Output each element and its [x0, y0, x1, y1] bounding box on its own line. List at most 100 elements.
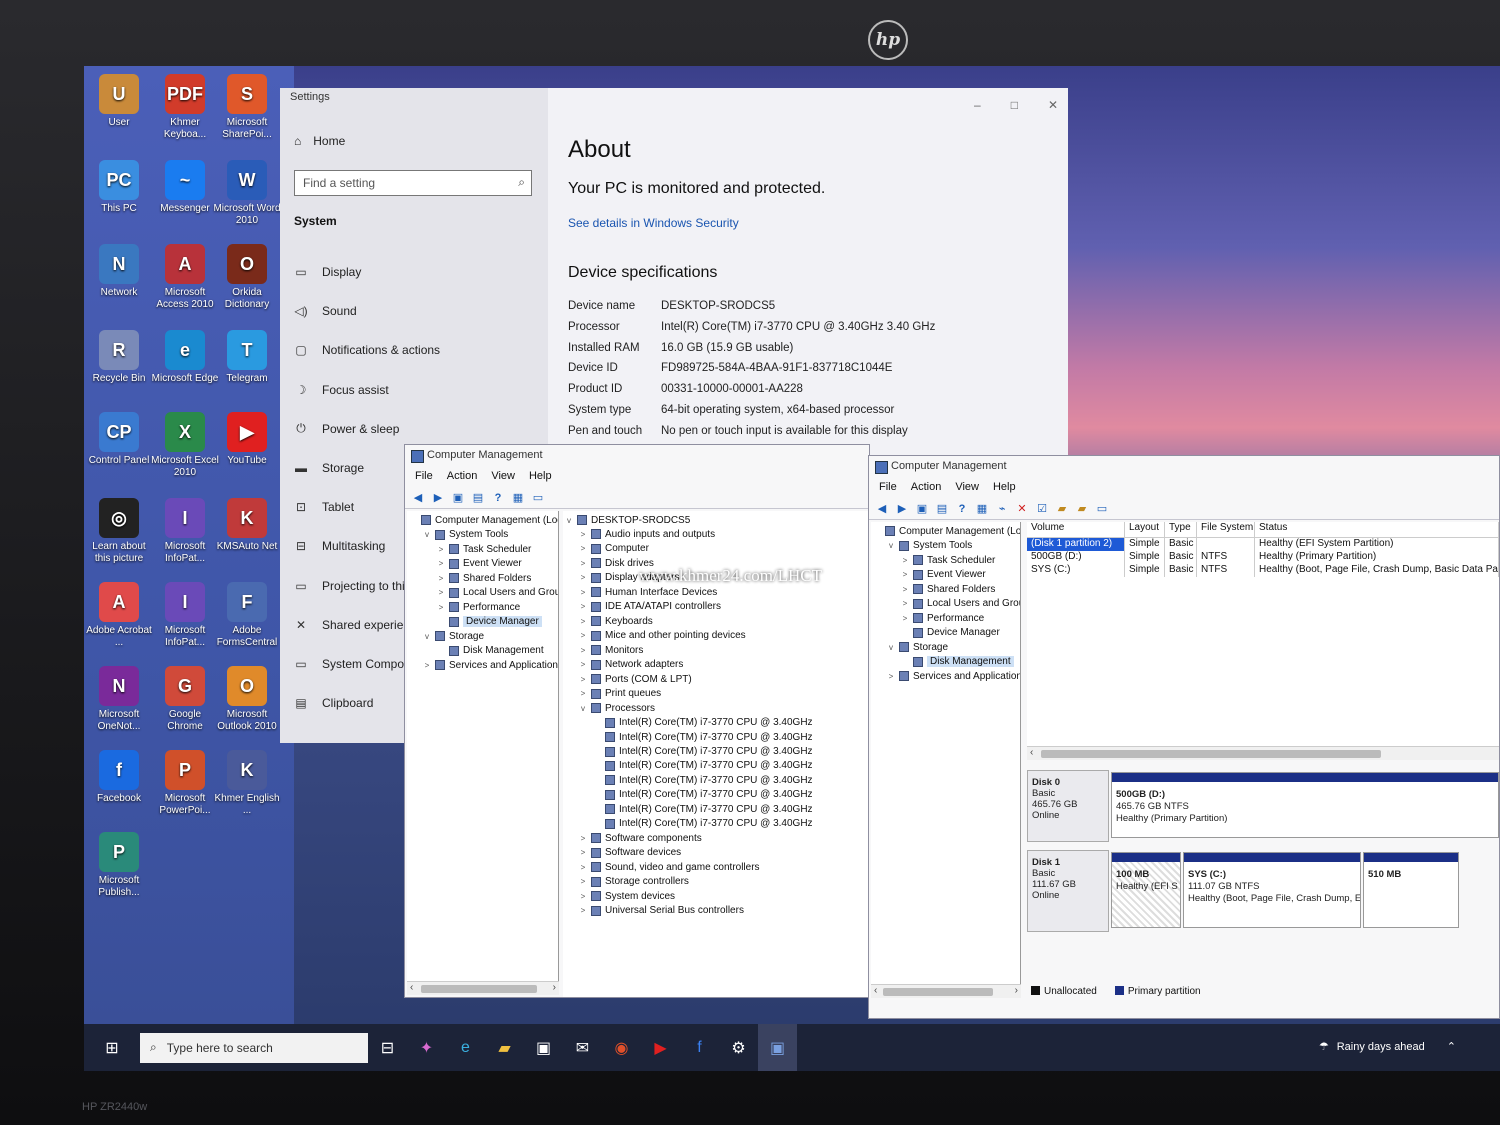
expand-chevron-icon[interactable]: >	[579, 631, 587, 640]
tree-node[interactable]: Intel(R) Core(TM) i7-3770 CPU @ 3.40GHz	[593, 788, 813, 802]
tree-node[interactable]: v Storage	[887, 640, 948, 654]
chrome-icon[interactable]: ◉	[602, 1024, 641, 1071]
expand-chevron-icon[interactable]: >	[579, 689, 587, 698]
desktop-icon[interactable]: PC This PC	[84, 160, 154, 215]
expand-chevron-icon[interactable]: >	[423, 661, 431, 670]
tree-node[interactable]: > Universal Serial Bus controllers	[579, 904, 744, 918]
desktop-icon[interactable]: O Microsoft Outlook 2010	[212, 666, 282, 733]
tree-node[interactable]: Device Manager	[437, 615, 542, 629]
expand-chevron-icon[interactable]: >	[579, 588, 587, 597]
expand-chevron-icon[interactable]: >	[579, 863, 587, 872]
desktop-icon[interactable]: ◎ Learn about this picture	[84, 498, 154, 565]
desktop-icon[interactable]: S Microsoft SharePoi...	[212, 74, 282, 141]
copilot-icon[interactable]: ✦	[407, 1024, 446, 1071]
tree-node[interactable]: Disk Management	[901, 655, 1014, 669]
tree-node[interactable]: Intel(R) Core(TM) i7-3770 CPU @ 3.40GHz	[593, 716, 813, 730]
scroll-thumb[interactable]	[1041, 750, 1381, 758]
tree-node[interactable]: > Mice and other pointing devices	[579, 629, 746, 643]
desktop-icon[interactable]: CP Control Panel	[84, 412, 154, 467]
forward-icon[interactable]: ▶	[895, 502, 909, 516]
settings-nav-item[interactable]: ⊟ Multitasking	[294, 536, 385, 556]
column-header[interactable]: Layout	[1125, 522, 1165, 537]
tree-node[interactable]: > Network adapters	[579, 658, 684, 672]
tree-node[interactable]: > Software components	[579, 831, 702, 845]
computer-management-taskbar-icon[interactable]: ▣	[758, 1024, 797, 1071]
partition-block[interactable]: 100 MB Healthy (EFI S	[1111, 852, 1181, 928]
settings-nav-item[interactable]: ▭ System Compon	[294, 654, 410, 674]
expand-chevron-icon[interactable]: >	[579, 848, 587, 857]
scroll-right-icon[interactable]: ›	[553, 982, 556, 993]
expand-chevron-icon[interactable]: >	[579, 906, 587, 915]
expand-chevron-icon[interactable]: v	[565, 516, 573, 525]
tree-node[interactable]: > Print queues	[579, 687, 662, 701]
desktop-icon[interactable]: G Google Chrome	[150, 666, 220, 733]
tree-node[interactable]: v Processors	[579, 701, 655, 715]
settings-nav-item[interactable]: ▢ Notifications & actions	[294, 340, 440, 360]
tree-node[interactable]: > Shared Folders	[901, 582, 996, 596]
desktop-icon[interactable]: R Recycle Bin	[84, 330, 154, 385]
partition-block[interactable]: 500GB (D:) 465.76 GB NTFS Healthy (Primary…	[1111, 772, 1499, 838]
volume-row[interactable]: (Disk 1 partition 2) Simple Basic Healthy (…	[1027, 538, 1499, 551]
tree-node[interactable]: Intel(R) Core(TM) i7-3770 CPU @ 3.40GHz	[593, 745, 813, 759]
maximize-icon[interactable]: □	[1011, 98, 1018, 112]
forward-icon[interactable]: ▶	[431, 491, 445, 505]
tree-node[interactable]: v DESKTOP-SRODCS5	[565, 513, 690, 527]
folder-up-icon[interactable]: ▣	[451, 491, 465, 505]
desktop-icon[interactable]: I Microsoft InfoPat...	[150, 582, 220, 649]
settings-nav-item[interactable]: ⊡ Tablet	[294, 497, 354, 517]
tree-node[interactable]: > IDE ATA/ATAPI controllers	[579, 600, 721, 614]
expand-chevron-icon[interactable]: >	[901, 570, 909, 579]
desktop-icon[interactable]: K KMSAuto Net	[212, 498, 282, 553]
tree-node[interactable]: v System Tools	[423, 528, 508, 542]
tree-scrollbar[interactable]: ‹ ›	[871, 984, 1021, 998]
expand-chevron-icon[interactable]: v	[887, 541, 895, 550]
tree-node[interactable]: > Human Interface Devices	[579, 585, 718, 599]
taskbar-search[interactable]: ⌕ Type here to search	[140, 1032, 368, 1063]
facebook-icon[interactable]: f	[680, 1024, 719, 1071]
partition-block[interactable]: SYS (C:) 111.07 GB NTFS Healthy (Boot, Pag…	[1183, 852, 1361, 928]
tree-node[interactable]: Disk Management	[437, 644, 544, 658]
desktop-icon[interactable]: F Adobe FormsCentral	[212, 582, 282, 649]
store-icon[interactable]: ▣	[524, 1024, 563, 1071]
back-icon[interactable]: ◀	[411, 491, 425, 505]
close-icon[interactable]: ✕	[1048, 98, 1058, 112]
expand-chevron-icon[interactable]: >	[579, 573, 587, 582]
edge-icon[interactable]: e	[446, 1024, 485, 1071]
menu-item[interactable]: Action	[911, 481, 942, 498]
desktop-icon[interactable]: P Microsoft Publish...	[84, 832, 154, 899]
column-header[interactable]: Type	[1165, 522, 1197, 537]
mail-icon[interactable]: ✉	[563, 1024, 602, 1071]
tree-node[interactable]: > Task Scheduler	[437, 542, 532, 556]
tree-node[interactable]: > Event Viewer	[901, 568, 986, 582]
expand-chevron-icon[interactable]: >	[579, 602, 587, 611]
tree-node[interactable]: > Storage controllers	[579, 875, 689, 889]
folder-up-icon[interactable]: ▣	[915, 502, 929, 516]
volume-row[interactable]: 500GB (D:) Simple Basic NTFS Healthy (Primar…	[1027, 551, 1499, 564]
tree-node[interactable]: > Performance	[437, 600, 521, 614]
column-header[interactable]: File System	[1197, 522, 1255, 537]
expand-chevron-icon[interactable]: >	[579, 675, 587, 684]
tree-node[interactable]: > Computer	[579, 542, 649, 556]
show-hide-tree-icon[interactable]: ▤	[935, 502, 949, 516]
security-link[interactable]: See details in Windows Security	[568, 216, 739, 230]
expand-chevron-icon[interactable]: >	[901, 585, 909, 594]
settings-nav-item[interactable]: ▤ Clipboard	[294, 693, 373, 713]
scroll-thumb[interactable]	[421, 985, 537, 993]
show-hide-tree-icon[interactable]: ▤	[471, 491, 485, 505]
scroll-left-icon[interactable]: ‹	[874, 985, 877, 996]
desktop-icon[interactable]: e Microsoft Edge	[150, 330, 220, 385]
expand-chevron-icon[interactable]: >	[887, 672, 895, 681]
expand-chevron-icon[interactable]: >	[579, 559, 587, 568]
expand-chevron-icon[interactable]: >	[579, 877, 587, 886]
tree-node[interactable]: > Shared Folders	[437, 571, 532, 585]
desktop-icon[interactable]: f Facebook	[84, 750, 154, 805]
expand-chevron-icon[interactable]: >	[437, 574, 445, 583]
menu-item[interactable]: Help	[993, 481, 1016, 498]
volume-row[interactable]: SYS (C:) Simple Basic NTFS Healthy (Boot, Pa…	[1027, 564, 1499, 577]
expand-chevron-icon[interactable]: >	[437, 559, 445, 568]
tree-node[interactable]: Intel(R) Core(TM) i7-3770 CPU @ 3.40GHz	[593, 773, 813, 787]
settings-nav-item[interactable]: ☽ Focus assist	[294, 380, 389, 400]
tree-node[interactable]: v System Tools	[887, 539, 972, 553]
monitor-icon[interactable]: ▭	[531, 491, 545, 505]
settings-nav-item[interactable]: ◁) Sound	[294, 301, 356, 321]
